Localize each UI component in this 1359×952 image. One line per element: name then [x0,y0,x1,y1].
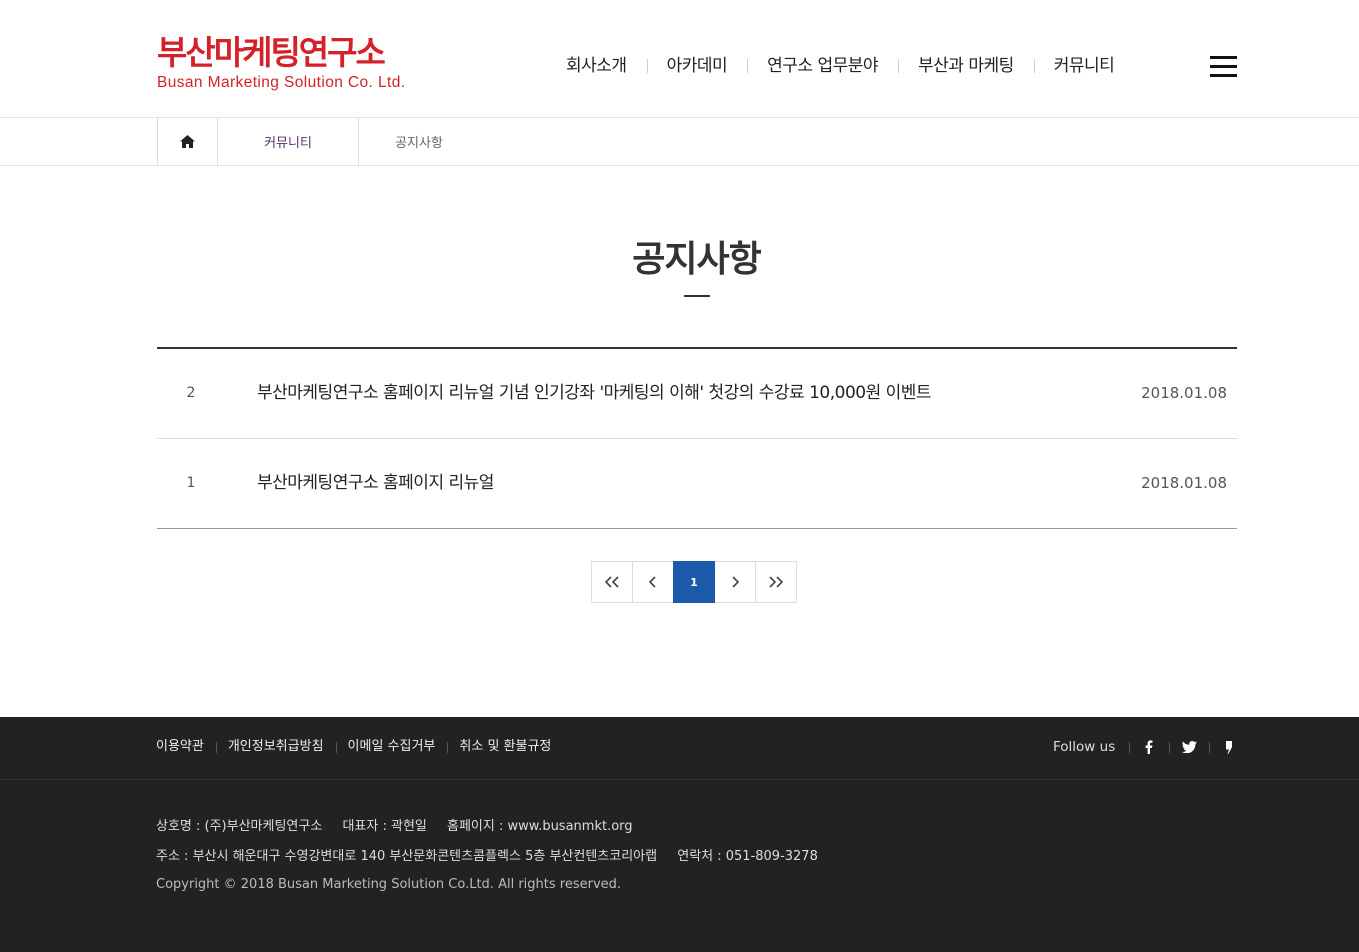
twitter-icon [1181,741,1197,753]
company-info: 상호명 : (주)부산마케팅연구소 대표자 : 곽현일 홈페이지 : www.b… [156,812,834,872]
title-underline [684,295,710,297]
breadcrumb: 커뮤니티 공지사항 [0,118,1359,166]
page-title: 공지사항 [632,239,761,280]
first-page-button[interactable] [591,561,633,603]
facebook-link[interactable] [1129,738,1169,756]
company-info-line-1: 상호명 : (주)부산마케팅연구소 대표자 : 곽현일 홈페이지 : www.b… [156,812,834,842]
company-homepage: 홈페이지 : www.busanmkt.org [447,819,633,834]
kakaostory-icon [1226,740,1233,754]
logo-english-text: Busan Marketing Solution Co. Ltd. [157,74,406,91]
notice-list: 2 부산마케팅연구소 홈페이지 리뉴얼 기념 인기강좌 '마케팅의 이해' 첫강… [157,347,1237,529]
notice-row[interactable]: 1 부산마케팅연구소 홈페이지 리뉴얼 2018.01.08 [157,439,1237,529]
next-page-button[interactable] [714,561,756,603]
footer-links: 이용약관 개인정보취급방침 이메일 수집거부 취소 및 환불규정 [156,738,563,756]
copyright: Copyright © 2018 Busan Marketing Solutio… [156,877,622,892]
twitter-link[interactable] [1169,738,1209,756]
company-ceo: 대표자 : 곽현일 [342,819,427,834]
notice-title[interactable]: 부산마케팅연구소 홈페이지 리뉴얼 기념 인기강좌 '마케팅의 이해' 첫강의 … [257,349,932,439]
company-info-line-2: 주소 : 부산시 해운대구 수영강변대로 140 부산문화콘텐츠콤플렉스 5층 … [156,842,834,872]
prev-page-button[interactable] [632,561,674,603]
company-name: 상호명 : (주)부산마케팅연구소 [156,819,323,834]
hamburger-menu-icon[interactable] [1210,56,1237,77]
kakaostory-link[interactable] [1209,738,1249,756]
breadcrumb-community[interactable]: 커뮤니티 [218,118,359,165]
footer-link-terms[interactable]: 이용약관 [156,738,216,756]
page-button-current[interactable]: 1 [673,561,715,603]
home-icon [180,135,195,148]
pagination: 1 [591,561,797,603]
chevron-right-icon [732,576,740,588]
notice-number: 1 [186,475,196,491]
logo-korean-text: 부산마케팅연구소 [157,33,386,72]
double-chevron-right-icon [769,576,784,588]
footer-link-privacy[interactable]: 개인정보취급방침 [215,738,336,756]
company-address: 주소 : 부산시 해운대구 수영강변대로 140 부산문화콘텐츠콤플렉스 5층 … [156,849,658,864]
nav-item-busan-marketing[interactable]: 부산과 마케팅 [898,54,1034,78]
site-logo[interactable]: 부산마케팅연구소 Busan Marketing Solution Co. Lt… [157,34,405,92]
notice-date: 2018.01.08 [1141,474,1227,492]
notice-date: 2018.01.08 [1141,384,1227,402]
last-page-button[interactable] [755,561,797,603]
breadcrumb-notice[interactable]: 공지사항 [359,118,479,165]
notice-row[interactable]: 2 부산마케팅연구소 홈페이지 리뉴얼 기념 인기강좌 '마케팅의 이해' 첫강… [157,349,1237,439]
notice-title[interactable]: 부산마케팅연구소 홈페이지 리뉴얼 [257,439,494,529]
nav-item-company[interactable]: 회사소개 [546,54,647,78]
main-nav: 회사소개 아카데미 연구소 업무분야 부산과 마케팅 커뮤니티 [546,54,1134,78]
footer-top-bar: 이용약관 개인정보취급방침 이메일 수집거부 취소 및 환불규정 Follow … [0,717,1359,780]
nav-item-research[interactable]: 연구소 업무분야 [747,54,898,78]
follow-us: Follow us [1053,738,1249,756]
company-contact: 연락처 : 051-809-3278 [677,849,818,864]
notice-number: 2 [186,385,196,401]
nav-item-community[interactable]: 커뮤니티 [1033,54,1135,78]
follow-us-label: Follow us [1053,739,1116,755]
chevron-left-icon [648,576,656,588]
site-footer: 이용약관 개인정보취급방침 이메일 수집거부 취소 및 환불규정 Follow … [0,717,1359,952]
nav-item-academy[interactable]: 아카데미 [646,54,748,78]
footer-link-email-refusal[interactable]: 이메일 수집거부 [335,738,448,756]
breadcrumb-home[interactable] [157,118,218,165]
site-header: 부산마케팅연구소 Busan Marketing Solution Co. Lt… [0,0,1359,118]
facebook-icon [1145,740,1153,754]
double-chevron-left-icon [604,576,619,588]
footer-link-refund-policy[interactable]: 취소 및 환불규정 [447,738,563,756]
